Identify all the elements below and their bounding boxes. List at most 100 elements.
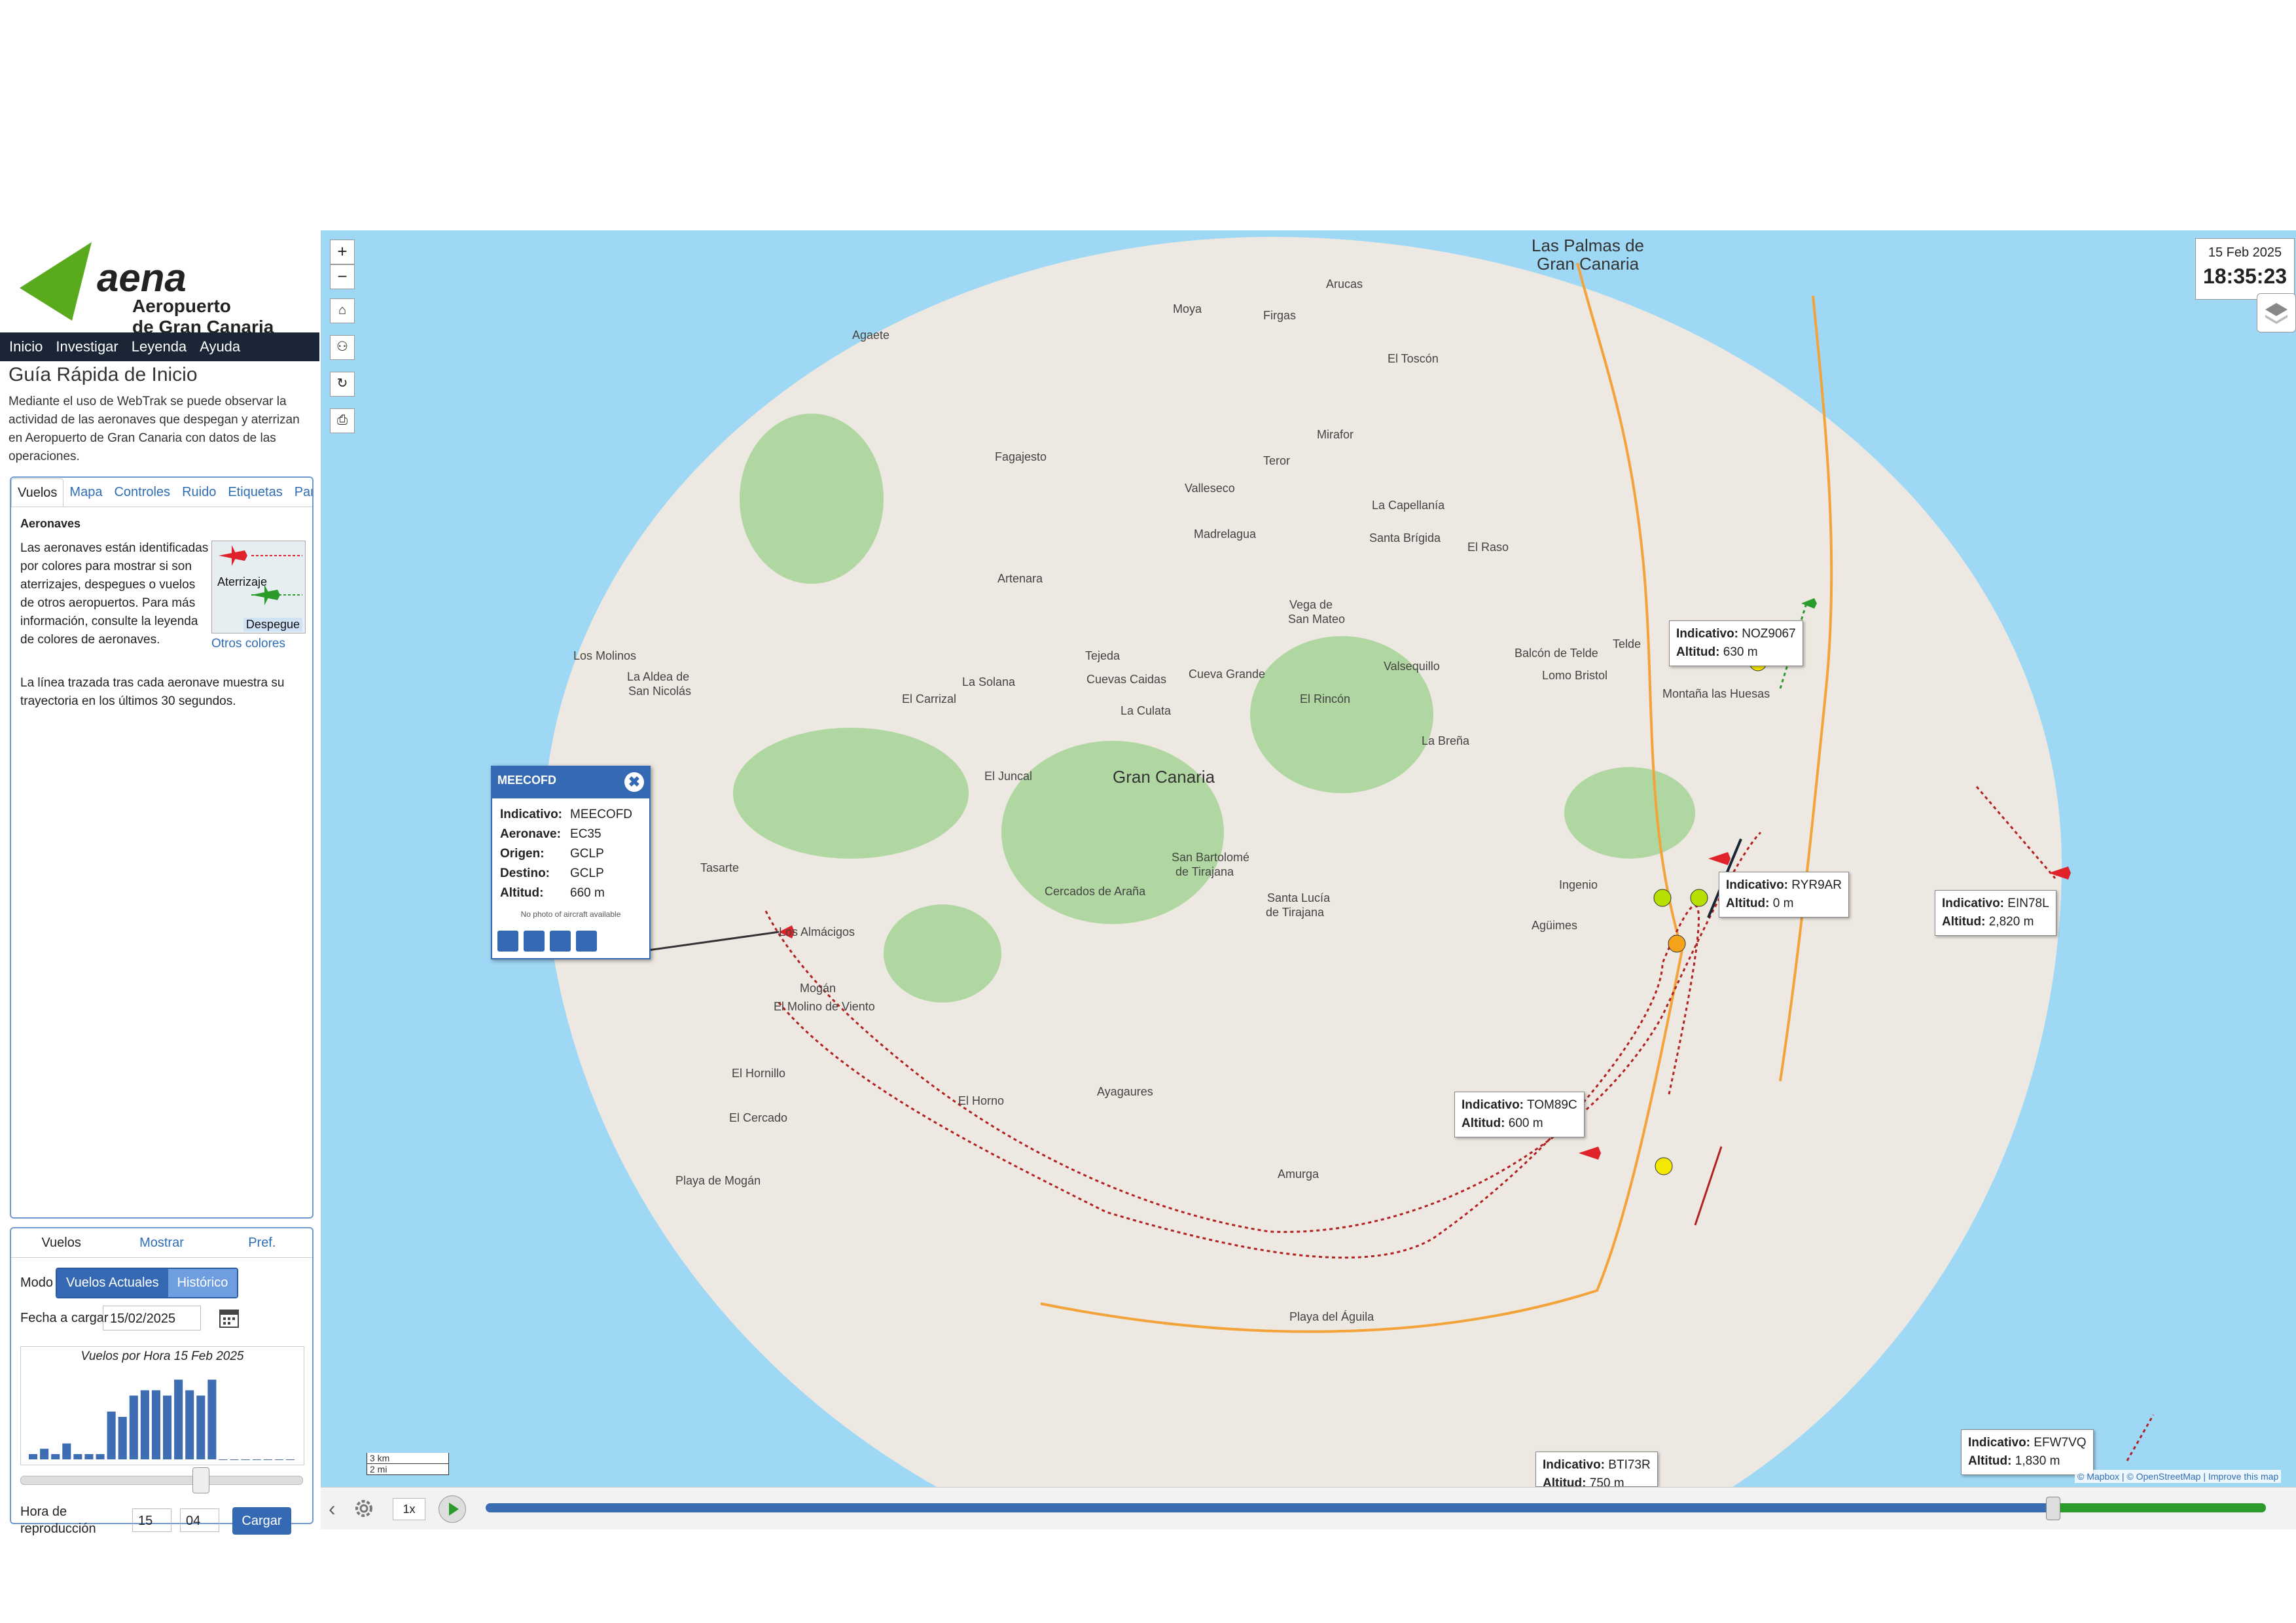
popup-title: MEECOFD xyxy=(497,774,556,787)
hour-bar-7 xyxy=(107,1411,116,1459)
popup-value: 660 m xyxy=(570,886,605,900)
load-button[interactable]: Cargar xyxy=(232,1507,291,1535)
hour-slider[interactable] xyxy=(20,1467,303,1493)
hour-bar-15 xyxy=(196,1395,206,1459)
mode-history-button[interactable]: Histórico xyxy=(168,1269,238,1297)
calendar-icon[interactable] xyxy=(219,1307,239,1328)
place-cueva-grande: Cueva Grande xyxy=(1189,668,1266,681)
place-lomo-bristol: Lomo Bristol xyxy=(1542,669,1608,682)
tab-controles[interactable]: Controles xyxy=(108,485,176,500)
hour-bar-21 xyxy=(263,1459,272,1460)
label-noz9067[interactable]: Indicativo: NOZ9067 Altitud: 630 m xyxy=(1669,620,1803,666)
play-button[interactable] xyxy=(439,1495,466,1523)
label-callsign: NOZ9067 xyxy=(1742,627,1796,641)
mode-label: Modo xyxy=(20,1275,54,1290)
info-panel: Vuelos Mapa Controles Ruido Etiquetas Pa… xyxy=(10,476,314,1219)
flight-track-meecofd xyxy=(764,831,1762,1233)
aircraft-ein78l[interactable] xyxy=(2049,866,2071,880)
map[interactable]: Las Palmas de Gran Canaria Gran Canaria … xyxy=(321,230,2296,1487)
collapse-chevron-icon[interactable]: ‹ xyxy=(329,1497,336,1521)
layers-button[interactable] xyxy=(2257,293,2296,332)
label-bti73r[interactable]: Indicativo: BTI73R Altitud: 750 m xyxy=(1535,1452,1658,1487)
minute-spinner[interactable]: 04 xyxy=(180,1508,219,1532)
hour-bar-18 xyxy=(230,1459,239,1460)
popup-close-icon[interactable]: ✖ xyxy=(624,772,644,792)
label-key: Indicativo: xyxy=(1676,627,1739,641)
hour-bar-5 xyxy=(84,1454,94,1459)
people-button[interactable]: ⚇ xyxy=(330,335,355,360)
popup-key: Origen: xyxy=(500,847,545,861)
hour-bar-23 xyxy=(285,1459,295,1460)
label-callsign: TOM89C xyxy=(1526,1098,1577,1112)
tab-ctrl-mostrar[interactable]: Mostrar xyxy=(111,1236,211,1251)
zoom-out-button[interactable]: − xyxy=(330,264,355,289)
popup-value: GCLP xyxy=(570,866,604,880)
layers-icon xyxy=(2265,303,2287,324)
tab-ctrl-vuelos[interactable]: Vuelos xyxy=(11,1236,111,1251)
hour-slider-handle[interactable] xyxy=(192,1467,209,1493)
aircraft-ryr9ar[interactable] xyxy=(1708,852,1731,865)
popup-plane-icon[interactable] xyxy=(524,931,545,952)
label-tom89c[interactable]: Indicativo: TOM89C Altitud: 600 m xyxy=(1454,1092,1585,1137)
hour-bar-3 xyxy=(62,1443,71,1459)
place-mirafor: Mirafor xyxy=(1317,428,1354,441)
hour-bar-20 xyxy=(252,1459,261,1460)
timeline-handle[interactable] xyxy=(2045,1497,2060,1520)
hour-bar-2 xyxy=(51,1454,60,1459)
timeline-track[interactable] xyxy=(486,1497,2266,1520)
place-gran-canaria: Gran Canaria xyxy=(1113,767,1215,787)
aircraft-noz9067[interactable] xyxy=(1801,598,1817,609)
tab-mapa[interactable]: Mapa xyxy=(63,485,108,500)
place-tasarte: Tasarte xyxy=(700,861,740,874)
current-date: 15 Feb 2025 xyxy=(2208,245,2282,260)
no-photo-text: No photo of aircraft available xyxy=(520,910,621,919)
aena-logo[interactable]: aena Aeropuerto de Gran Canaria xyxy=(13,236,301,337)
label-ryr9ar[interactable]: Indicativo: RYR9AR Altitud: 0 m xyxy=(1719,872,1850,918)
place-balcon-telde: Balcón de Telde xyxy=(1515,647,1598,660)
print-button[interactable]: ⎙ xyxy=(330,408,355,433)
date-field[interactable]: 15/02/2025 xyxy=(103,1306,201,1330)
place-vega: Vega de xyxy=(1289,598,1333,611)
tab-paneles[interactable]: Paneles xyxy=(289,485,312,500)
section-title: Aeronaves xyxy=(20,517,81,530)
tab-ctrl-pref[interactable]: Pref. xyxy=(212,1236,312,1251)
tab-vuelos[interactable]: Vuelos xyxy=(11,478,64,507)
hour-spinner[interactable]: 15 xyxy=(132,1508,171,1532)
aircraft-tom89c[interactable] xyxy=(1579,1147,1601,1160)
flight-track-tom89c xyxy=(778,904,1700,1259)
label-key: Altitud: xyxy=(1462,1116,1505,1130)
speed-selector[interactable]: 1x xyxy=(393,1498,425,1520)
label-ein78l[interactable]: Indicativo: EIN78L Altitud: 2,820 m xyxy=(1935,890,2056,936)
popup-key: Indicativo: xyxy=(500,808,563,821)
refresh-button[interactable]: ↻ xyxy=(330,372,355,397)
hour-bar-22 xyxy=(274,1459,283,1460)
gear-icon[interactable] xyxy=(353,1498,374,1519)
popup-chart-icon[interactable] xyxy=(576,931,597,952)
hour-bar-19 xyxy=(241,1459,250,1460)
chart-bars xyxy=(29,1380,295,1460)
zoom-in-button[interactable]: + xyxy=(330,240,355,264)
popup-key: Aeronave: xyxy=(500,827,561,841)
popup-home-icon[interactable] xyxy=(550,931,571,952)
nav-investigar[interactable]: Investigar xyxy=(56,338,118,355)
aircraft-markers[interactable] xyxy=(779,852,2071,1160)
flight-track-ein78l xyxy=(1975,786,2056,879)
place-moya: Moya xyxy=(1173,302,1202,315)
popup-comment-icon[interactable] xyxy=(497,931,518,952)
tab-etiquetas[interactable]: Etiquetas xyxy=(222,485,288,500)
hour-bar-0 xyxy=(29,1454,38,1459)
nav-leyenda[interactable]: Leyenda xyxy=(132,338,187,355)
aena-leaf-icon xyxy=(20,242,92,321)
datetime-display: 15 Feb 2025 18:35:23 xyxy=(2195,238,2295,300)
map-attribution[interactable]: © Mapbox | © OpenStreetMap | Improve thi… xyxy=(2075,1470,2282,1483)
nav-ayuda[interactable]: Ayuda xyxy=(200,338,240,355)
nav-inicio[interactable]: Inicio xyxy=(9,338,43,355)
home-button[interactable]: ⌂ xyxy=(330,298,355,323)
label-key: Indicativo: xyxy=(1462,1098,1524,1112)
label-key: Altitud: xyxy=(1676,645,1720,659)
mode-current-button[interactable]: Vuelos Actuales xyxy=(57,1269,168,1297)
tab-ruido[interactable]: Ruido xyxy=(176,485,222,500)
label-altitude: 1,830 m xyxy=(2015,1454,2060,1468)
other-colors-link[interactable]: Otros colores xyxy=(211,637,285,651)
label-efw7vq[interactable]: Indicativo: EFW7VQ Altitud: 1,830 m xyxy=(1961,1429,2094,1475)
